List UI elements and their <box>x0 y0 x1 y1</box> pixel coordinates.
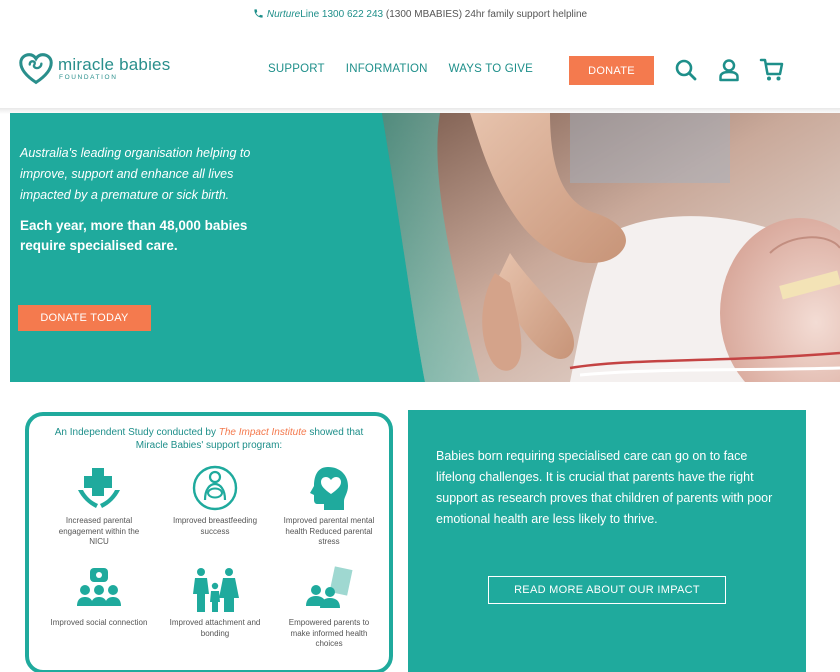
study-title-intro: An Independent Study conducted by <box>54 427 219 438</box>
site-logo[interactable]: miracle babies FOUNDATION <box>18 52 170 86</box>
benefit-item: Increased parental engagement within the… <box>49 464 149 548</box>
benefit-label: Improved breastfeeding success <box>172 516 258 536</box>
parents-booklet-icon <box>306 566 353 608</box>
impact-study-box: An Independent Study conducted by The Im… <box>25 412 393 672</box>
helpline-brand[interactable]: Nurture <box>267 9 300 20</box>
phone-icon <box>254 9 263 18</box>
helpline-bar: NurtureLine 1300 622 243 (1300 MBABIES) … <box>0 8 840 20</box>
social-group-icon <box>77 568 121 606</box>
nav-ways-to-give[interactable]: WAYS TO GIVE <box>449 63 533 75</box>
benefit-label: Improved social connection <box>50 618 148 627</box>
helpline-number[interactable]: Line 1300 622 243 <box>300 9 383 20</box>
cart-icon[interactable] <box>759 57 785 83</box>
benefit-item: Empowered parents to make informed healt… <box>279 566 379 650</box>
read-more-impact-button[interactable]: READ MORE ABOUT OUR IMPACT <box>488 576 726 604</box>
hero-text: Australia's leading organisation helping… <box>20 143 282 256</box>
site-header: miracle babies FOUNDATION SUPPORT INFORM… <box>0 44 840 106</box>
impact-info-box: Babies born requiring specialised care c… <box>408 410 806 672</box>
family-icon <box>193 568 239 612</box>
benefit-label: Increased parental engagement within the… <box>58 516 140 546</box>
benefit-item: Improved social connection <box>49 566 149 629</box>
header-donate-button[interactable]: DONATE <box>569 56 654 85</box>
benefit-label: Empowered parents to make informed healt… <box>288 618 370 648</box>
medical-cross-hands-icon <box>78 468 120 508</box>
logo-tagline: FOUNDATION <box>59 74 118 82</box>
hero-intro-text: Australia's leading organisation helping… <box>20 146 251 202</box>
nav-support[interactable]: SUPPORT <box>268 63 325 75</box>
study-title: An Independent Study conducted by The Im… <box>43 426 375 452</box>
main-nav: SUPPORT INFORMATION WAYS TO GIVE <box>268 63 554 75</box>
head-heart-icon <box>310 467 348 510</box>
donate-today-button[interactable]: DONATE TODAY <box>18 305 151 331</box>
search-icon[interactable] <box>673 57 699 83</box>
benefit-label: Improved parental mental health Reduced … <box>283 516 375 546</box>
logo-name: miracle babies <box>58 55 171 75</box>
nav-information[interactable]: INFORMATION <box>346 63 428 75</box>
benefit-item: Improved parental mental health Reduced … <box>279 464 379 548</box>
impact-description: Babies born requiring specialised care c… <box>436 449 773 526</box>
benefit-item: Improved breastfeeding success <box>165 464 265 537</box>
user-icon[interactable] <box>716 57 742 83</box>
hero-banner: Australia's leading organisation helping… <box>10 113 840 382</box>
hero-statistic: Each year, more than 48,000 babies requi… <box>20 218 248 253</box>
benefit-item: Improved attachment and bonding <box>165 566 265 639</box>
helpline-description: (1300 MBABIES) 24hr family support helpl… <box>385 9 588 20</box>
benefit-label: Improved attachment and bonding <box>169 618 261 638</box>
study-institute-name: The Impact Institute <box>218 427 307 438</box>
logo-heart-icon <box>19 53 53 85</box>
breastfeeding-icon <box>192 465 238 511</box>
